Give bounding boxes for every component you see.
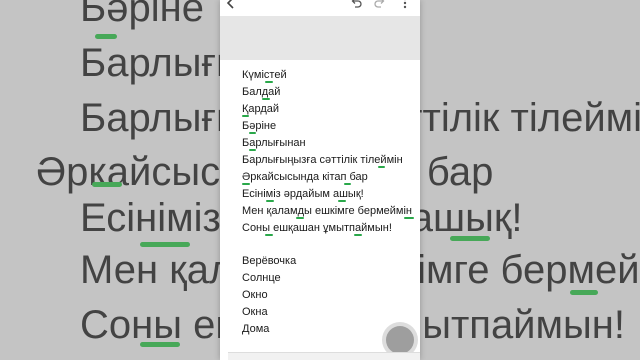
doc-line[interactable]: Күмістей — [242, 68, 287, 82]
spellcheck-underline — [249, 132, 256, 134]
undo-icon[interactable] — [350, 0, 362, 13]
spellcheck-underline — [265, 81, 273, 83]
bottom-card — [228, 352, 420, 360]
doc-line[interactable]: Барлығыңызға сәттілік тілеймін — [242, 153, 403, 167]
doc-line[interactable]: Окна — [242, 305, 268, 319]
doc-line[interactable]: Әркайсысында кітап бар — [242, 170, 368, 184]
spellcheck-underline — [296, 217, 304, 219]
spellcheck-underline — [344, 183, 351, 185]
editor-toolbar — [220, 0, 420, 16]
more-vert-icon[interactable] — [402, 0, 408, 13]
spellcheck-underline — [242, 115, 249, 117]
doc-line[interactable]: Соны ешқашан ұмытпаймын! — [242, 221, 392, 235]
spellcheck-underline — [262, 98, 270, 100]
doc-line[interactable]: Мен қаламды ешкімге бермеймін — [242, 204, 412, 218]
spellcheck-underline — [378, 166, 385, 168]
spellcheck-underline — [354, 234, 362, 236]
spellcheck-underline — [265, 234, 273, 236]
spellcheck-underline — [338, 200, 346, 202]
doc-line[interactable]: Дома — [242, 322, 269, 336]
spellcheck-underline — [242, 183, 250, 185]
doc-line[interactable]: Балдай — [242, 85, 280, 99]
page-gap — [220, 16, 420, 60]
doc-line[interactable]: Верёвочка — [242, 254, 296, 268]
phone-screen: Күмістей Балдай Қардай Бәріне Барлығынан… — [220, 0, 420, 360]
doc-line[interactable]: Солнце — [242, 271, 281, 285]
doc-line[interactable]: Есініміз әрдайым ашық! — [242, 187, 364, 201]
doc-line[interactable]: Қардай — [242, 102, 279, 116]
doc-line[interactable]: Окно — [242, 288, 268, 302]
doc-line[interactable]: Барлығынан — [242, 136, 306, 150]
doc-line[interactable]: Бәріне — [242, 119, 276, 133]
document-page[interactable]: Күмістей Балдай Қардай Бәріне Барлығынан… — [228, 60, 420, 350]
back-arrow-icon[interactable] — [226, 0, 236, 13]
spellcheck-underline — [266, 200, 274, 202]
spellcheck-underline — [249, 149, 256, 151]
redo-icon[interactable] — [374, 0, 386, 13]
floating-action-button[interactable] — [386, 326, 414, 354]
spellcheck-underline — [404, 217, 414, 219]
